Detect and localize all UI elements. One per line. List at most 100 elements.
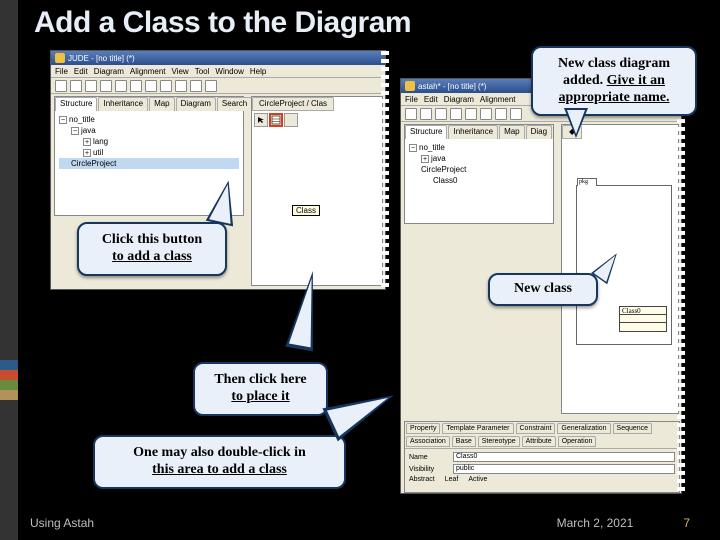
toolbar-button[interactable] bbox=[465, 108, 477, 120]
expand-icon[interactable]: − bbox=[59, 116, 67, 124]
package-box[interactable]: pkg Class0 bbox=[576, 185, 672, 345]
tree-node[interactable]: lang bbox=[93, 136, 108, 147]
jude-menubar[interactable]: File Edit Diagram Alignment View Tool Wi… bbox=[51, 65, 385, 78]
name-field[interactable]: Class0 bbox=[453, 452, 675, 462]
tree-root[interactable]: no_title bbox=[419, 142, 445, 153]
diagram-canvas[interactable]: CircleProject / Clas Class bbox=[251, 96, 383, 286]
toolbar-button[interactable] bbox=[495, 108, 507, 120]
slide-accent-bar bbox=[0, 0, 18, 540]
tab-diagram[interactable]: Diagram bbox=[176, 97, 216, 111]
canvas-tab[interactable]: CircleProject / Clas bbox=[252, 97, 334, 111]
menu-item[interactable]: Edit bbox=[74, 67, 88, 76]
expand-icon[interactable]: + bbox=[83, 138, 91, 146]
tab-structure[interactable]: Structure bbox=[55, 97, 97, 111]
prop-tab[interactable]: Template Parameter bbox=[442, 423, 513, 434]
tab-inheritance[interactable]: Inheritance bbox=[98, 97, 148, 111]
menu-item[interactable]: Alignment bbox=[130, 67, 166, 76]
toolbar-button[interactable] bbox=[115, 80, 127, 92]
expand-icon[interactable]: − bbox=[409, 144, 417, 152]
uml-class-ops bbox=[620, 323, 666, 331]
menu-item[interactable]: Diagram bbox=[94, 67, 124, 76]
pointer-tool[interactable] bbox=[254, 113, 268, 127]
toolbar-button[interactable] bbox=[100, 80, 112, 92]
app-icon bbox=[55, 53, 65, 63]
tree-node[interactable]: java bbox=[81, 125, 96, 136]
toolbar-button[interactable] bbox=[160, 80, 172, 92]
toolbar-button[interactable] bbox=[420, 108, 432, 120]
accent-stripe bbox=[0, 380, 18, 390]
tab-structure[interactable]: Structure bbox=[405, 125, 447, 139]
prop-tab[interactable]: Operation bbox=[558, 436, 597, 447]
callout-double-click: One may also double-click in this area t… bbox=[93, 435, 346, 489]
menu-item[interactable]: Edit bbox=[424, 95, 438, 104]
toolbar-button[interactable] bbox=[85, 80, 97, 92]
prop-tab[interactable]: Generalization bbox=[557, 423, 610, 434]
field-label: Leaf bbox=[445, 476, 459, 483]
slide-footer: Using Astah March 2, 2021 7 bbox=[30, 516, 690, 530]
tab-inheritance[interactable]: Inheritance bbox=[448, 125, 498, 139]
toolbar-button[interactable] bbox=[175, 80, 187, 92]
callout-click-here: Then click here to place it bbox=[193, 362, 328, 416]
tree-root[interactable]: no_title bbox=[69, 114, 95, 125]
menu-item[interactable]: Alignment bbox=[480, 95, 516, 104]
menu-item[interactable]: Help bbox=[250, 67, 266, 76]
callout-text: Then click here bbox=[214, 372, 306, 387]
footer-page: 7 bbox=[683, 516, 690, 530]
prop-tab[interactable]: Base bbox=[452, 436, 476, 447]
tree-node[interactable]: CircleProject bbox=[421, 164, 466, 175]
menu-item[interactable]: File bbox=[55, 67, 68, 76]
toolbar-button[interactable] bbox=[55, 80, 67, 92]
prop-tab[interactable]: Constraint bbox=[516, 423, 556, 434]
toolbar-button[interactable] bbox=[450, 108, 462, 120]
project-tree[interactable]: −no_title −java +lang +util CircleProjec… bbox=[55, 111, 243, 172]
prop-tab[interactable]: Stereotype bbox=[478, 436, 520, 447]
toolbar-button[interactable] bbox=[130, 80, 142, 92]
tree-node-selected[interactable]: CircleProject bbox=[71, 158, 116, 169]
callout-new-class: New class bbox=[488, 273, 598, 306]
menu-item[interactable]: File bbox=[405, 95, 418, 104]
prop-tab[interactable]: Sequence bbox=[613, 423, 653, 434]
callout-text: New class diagram bbox=[558, 56, 670, 71]
menu-item[interactable]: Diagram bbox=[444, 95, 474, 104]
menu-item[interactable]: View bbox=[172, 67, 189, 76]
toolbar-button[interactable] bbox=[510, 108, 522, 120]
visibility-field[interactable]: public bbox=[453, 464, 675, 474]
tab-map[interactable]: Map bbox=[499, 125, 525, 139]
toolbar-button[interactable] bbox=[145, 80, 157, 92]
toolbar-button[interactable] bbox=[480, 108, 492, 120]
expand-icon[interactable]: + bbox=[421, 155, 429, 163]
prop-tab[interactable]: Attribute bbox=[522, 436, 556, 447]
tab-map[interactable]: Map bbox=[149, 97, 175, 111]
menu-item[interactable]: Tool bbox=[195, 67, 210, 76]
diagram-canvas[interactable]: ◆ pkg Class0 bbox=[561, 124, 679, 414]
expand-icon[interactable]: + bbox=[83, 149, 91, 157]
structure-tabs: Structure Inheritance Map Diagram Search bbox=[55, 97, 243, 111]
tree-node[interactable]: Class0 bbox=[433, 175, 457, 186]
toolbar-button[interactable] bbox=[190, 80, 202, 92]
toolbar-button[interactable] bbox=[205, 80, 217, 92]
expand-icon[interactable]: − bbox=[71, 127, 79, 135]
tab-diagram[interactable]: Diag bbox=[526, 125, 552, 139]
toolbox-button[interactable] bbox=[284, 113, 298, 127]
toolbar-button[interactable] bbox=[405, 108, 417, 120]
diagram-toolbox bbox=[254, 113, 298, 127]
package-label: pkg bbox=[577, 178, 597, 186]
field-label: Active bbox=[468, 476, 487, 483]
callout-tail bbox=[564, 108, 588, 138]
tree-node[interactable]: java bbox=[431, 153, 446, 164]
callout-text: One may also double-click in bbox=[133, 445, 306, 460]
prop-tab[interactable]: Association bbox=[406, 436, 450, 447]
accent-stripe bbox=[0, 390, 18, 400]
callout-text: Give it an bbox=[607, 73, 665, 88]
toolbar-button[interactable] bbox=[70, 80, 82, 92]
property-tabs: Property Template Parameter Constraint G… bbox=[405, 422, 679, 449]
uml-class[interactable]: Class0 bbox=[619, 306, 667, 332]
project-tree[interactable]: −no_title +java CircleProject Class0 bbox=[405, 139, 553, 189]
toolbar-button[interactable] bbox=[435, 108, 447, 120]
tab-search[interactable]: Search bbox=[217, 97, 252, 111]
menu-item[interactable]: Window bbox=[215, 67, 243, 76]
tree-node[interactable]: util bbox=[93, 147, 103, 158]
prop-tab[interactable]: Property bbox=[406, 423, 440, 434]
class-tool-button[interactable] bbox=[269, 113, 283, 127]
accent-stripe bbox=[0, 370, 18, 380]
